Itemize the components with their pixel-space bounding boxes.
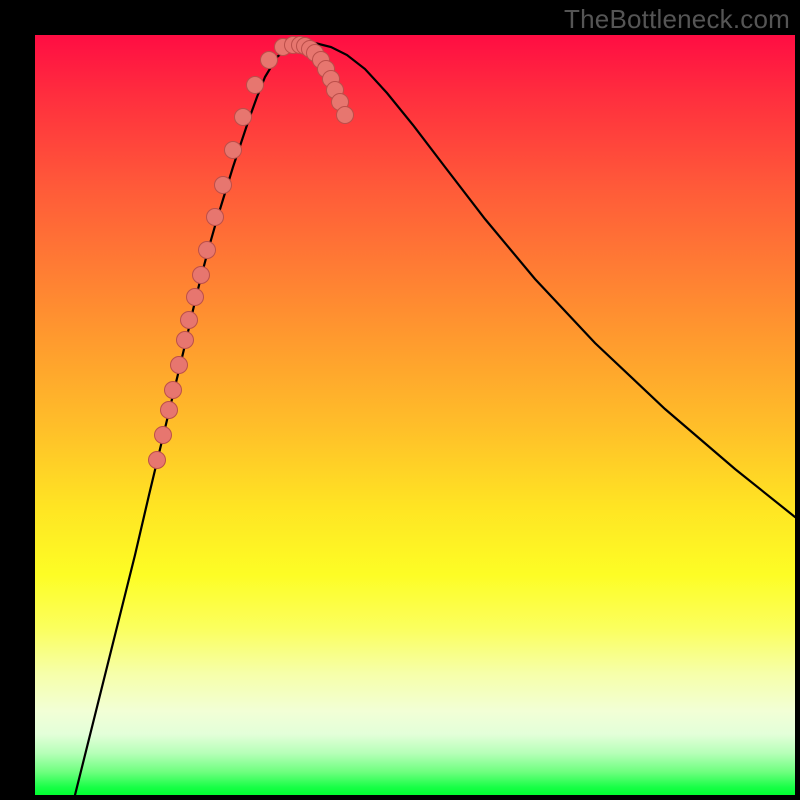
data-point	[155, 427, 172, 444]
data-point	[177, 332, 194, 349]
data-point	[193, 267, 210, 284]
data-point	[215, 177, 232, 194]
plot-area	[35, 35, 795, 795]
data-point-markers	[149, 37, 354, 469]
data-point	[171, 357, 188, 374]
data-point	[261, 52, 278, 69]
data-point	[207, 209, 224, 226]
bottleneck-chart	[35, 35, 795, 795]
data-point	[161, 402, 178, 419]
data-point	[235, 109, 252, 126]
data-point	[149, 452, 166, 469]
data-point	[187, 289, 204, 306]
data-point	[247, 77, 264, 94]
data-point	[181, 312, 198, 329]
chart-frame: TheBottleneck.com	[0, 0, 800, 800]
data-point	[225, 142, 242, 159]
data-point	[337, 107, 354, 124]
watermark-label: TheBottleneck.com	[564, 4, 790, 35]
bottleneck-curve	[75, 43, 795, 795]
data-point	[165, 382, 182, 399]
data-point	[199, 242, 216, 259]
